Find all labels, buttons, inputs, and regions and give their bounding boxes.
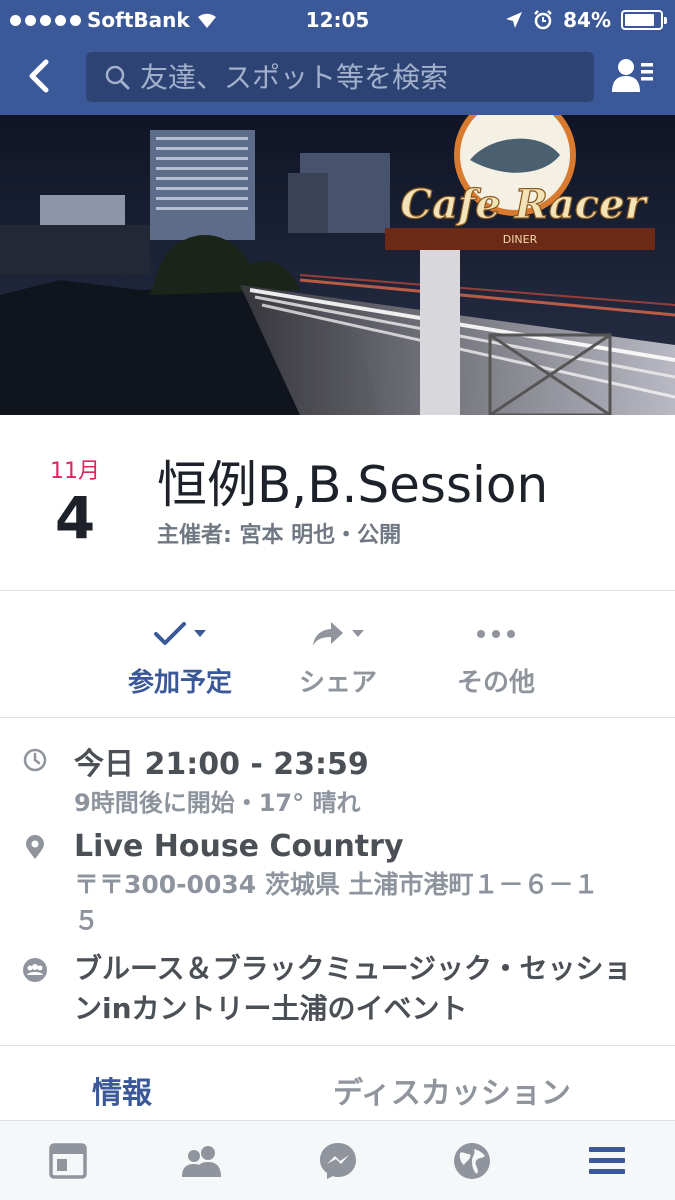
cafe-racer-sign-text: Cafe Racer xyxy=(400,181,648,228)
search-bar[interactable] xyxy=(86,52,594,102)
share-label: シェア xyxy=(298,668,377,698)
checkmark-icon xyxy=(154,622,186,645)
place-address[interactable]: 〒〒300-0034 茨城県 土浦市港町１－６－１５ xyxy=(74,867,614,939)
more-icon-row xyxy=(416,614,576,654)
going-icon-row xyxy=(100,614,260,654)
event-time-sub: 9時間後に開始・17° 晴れ xyxy=(74,789,361,817)
chevron-down-icon xyxy=(352,630,364,637)
globe-icon xyxy=(454,1143,490,1179)
group-host-text[interactable]: ブルース＆ブラックミュージック・セッションinカントリー土浦のイベント xyxy=(74,949,634,1029)
place-name[interactable]: Live House Country xyxy=(74,829,404,864)
tab-news-feed[interactable] xyxy=(46,1139,90,1183)
tab-notifications[interactable] xyxy=(450,1139,494,1183)
event-actions: 参加予定 シェア その他 xyxy=(0,592,675,718)
search-icon xyxy=(105,65,130,90)
more-button[interactable]: その他 xyxy=(416,614,576,699)
event-time: 今日 21:00 - 23:59 xyxy=(74,747,369,782)
status-bar: SoftBank 12:05 84% xyxy=(0,0,675,40)
clock-icon xyxy=(23,748,47,772)
top-bar: SoftBank 12:05 84% xyxy=(0,0,675,115)
tab-friends[interactable] xyxy=(180,1139,224,1183)
tab-info[interactable]: 情報 xyxy=(92,1068,152,1112)
event-tabs: 情報 ディスカッション xyxy=(0,1045,675,1121)
status-right: 84% xyxy=(505,8,667,32)
event-header: 11月 4 恒例B,B.Session 主催者: 宮本 明也・公開 xyxy=(0,415,675,591)
back-button[interactable] xyxy=(18,54,62,98)
battery-percent: 84% xyxy=(563,8,611,32)
more-label: その他 xyxy=(456,668,535,698)
tab-more-menu[interactable] xyxy=(585,1139,629,1183)
share-arrow-icon xyxy=(313,622,343,646)
back-icon xyxy=(29,59,49,93)
share-button[interactable]: シェア xyxy=(258,614,418,699)
nav-row xyxy=(0,50,675,104)
event-title: 恒例B,B.Session xyxy=(157,456,549,514)
group-icon xyxy=(23,958,47,982)
location-arrow-icon xyxy=(506,12,523,28)
messenger-icon xyxy=(320,1143,356,1179)
more-dots-icon xyxy=(477,630,515,638)
chevron-down-icon xyxy=(194,630,206,637)
event-details: 今日 21:00 - 23:59 9時間後に開始・17° 晴れ Live Hou… xyxy=(0,719,675,1045)
tab-messenger[interactable] xyxy=(316,1139,360,1183)
event-month: 11月 xyxy=(50,459,100,484)
friend-requests-button[interactable] xyxy=(610,54,656,100)
friend-requests-icon xyxy=(612,59,653,92)
diner-sign-text: DINER xyxy=(503,233,538,246)
hamburger-menu-icon xyxy=(589,1147,625,1174)
going-button[interactable]: 参加予定 xyxy=(100,614,260,699)
event-cover-photo[interactable]: Cafe Racer DINER xyxy=(0,115,675,415)
going-label: 参加予定 xyxy=(127,668,232,698)
alarm-icon xyxy=(534,10,553,30)
news-feed-icon xyxy=(49,1143,87,1179)
battery-level xyxy=(625,14,654,26)
tab-discussion[interactable]: ディスカッション xyxy=(333,1068,571,1112)
battery-icon xyxy=(621,10,667,30)
friends-icon xyxy=(182,1146,221,1177)
cover-image: Cafe Racer DINER xyxy=(0,115,675,415)
event-host-line[interactable]: 主催者: 宮本 明也・公開 xyxy=(157,517,401,549)
bottom-tab-bar xyxy=(0,1121,675,1200)
share-icon-row xyxy=(258,614,418,654)
search-input[interactable] xyxy=(140,60,580,94)
location-pin-icon xyxy=(26,835,44,859)
event-day: 4 xyxy=(54,484,96,552)
